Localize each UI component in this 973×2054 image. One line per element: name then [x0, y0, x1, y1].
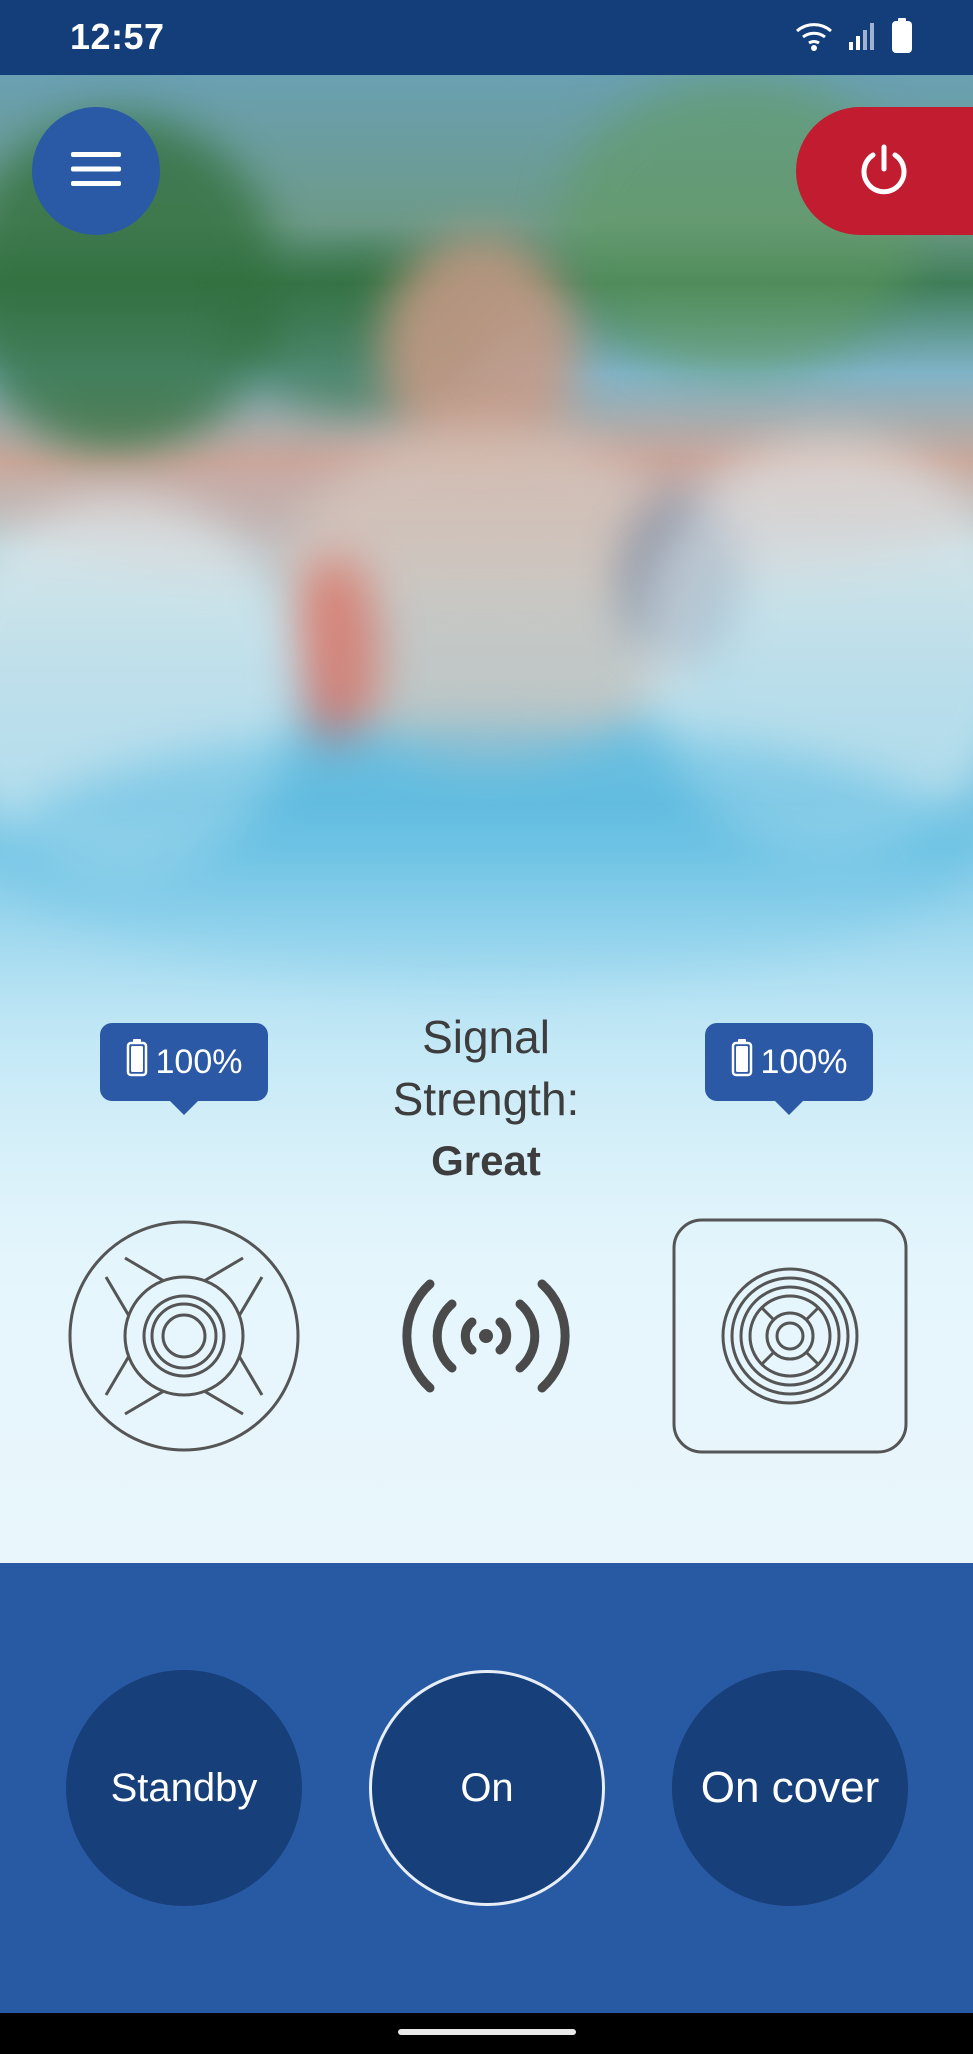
system-navigation-bar — [0, 2013, 973, 2054]
menu-button[interactable] — [32, 107, 160, 235]
battery-icon — [891, 18, 913, 59]
right-device-battery-value: 100% — [760, 1042, 848, 1081]
power-icon — [858, 143, 910, 200]
status-icons — [795, 18, 913, 59]
on-cover-button[interactable]: On cover — [672, 1670, 908, 1906]
pool-sensor-device-icon[interactable] — [672, 1218, 908, 1459]
power-button[interactable] — [796, 107, 973, 235]
on-button[interactable]: On — [369, 1670, 605, 1906]
signal-strength-value: Great — [431, 1137, 541, 1184]
battery-icon — [126, 1038, 148, 1086]
left-device-battery-badge: 100% — [100, 1023, 268, 1115]
status-time: 12:57 — [70, 16, 165, 57]
home-gesture-handle[interactable] — [398, 2029, 576, 2035]
standby-button[interactable]: Standby — [66, 1670, 302, 1906]
hamburger-menu-icon — [69, 149, 123, 194]
signal-strength-label: Signal Strength: — [392, 1011, 580, 1125]
cell-signal-icon — [847, 20, 877, 57]
left-device-battery-value: 100% — [155, 1042, 243, 1081]
pool-cover-device-icon[interactable] — [66, 1218, 302, 1459]
status-bar: 12:57 — [0, 0, 973, 75]
wireless-signal-icon — [400, 1270, 572, 1407]
battery-icon — [731, 1038, 753, 1086]
wifi-icon — [795, 20, 833, 57]
right-device-battery-badge: 100% — [705, 1023, 873, 1115]
